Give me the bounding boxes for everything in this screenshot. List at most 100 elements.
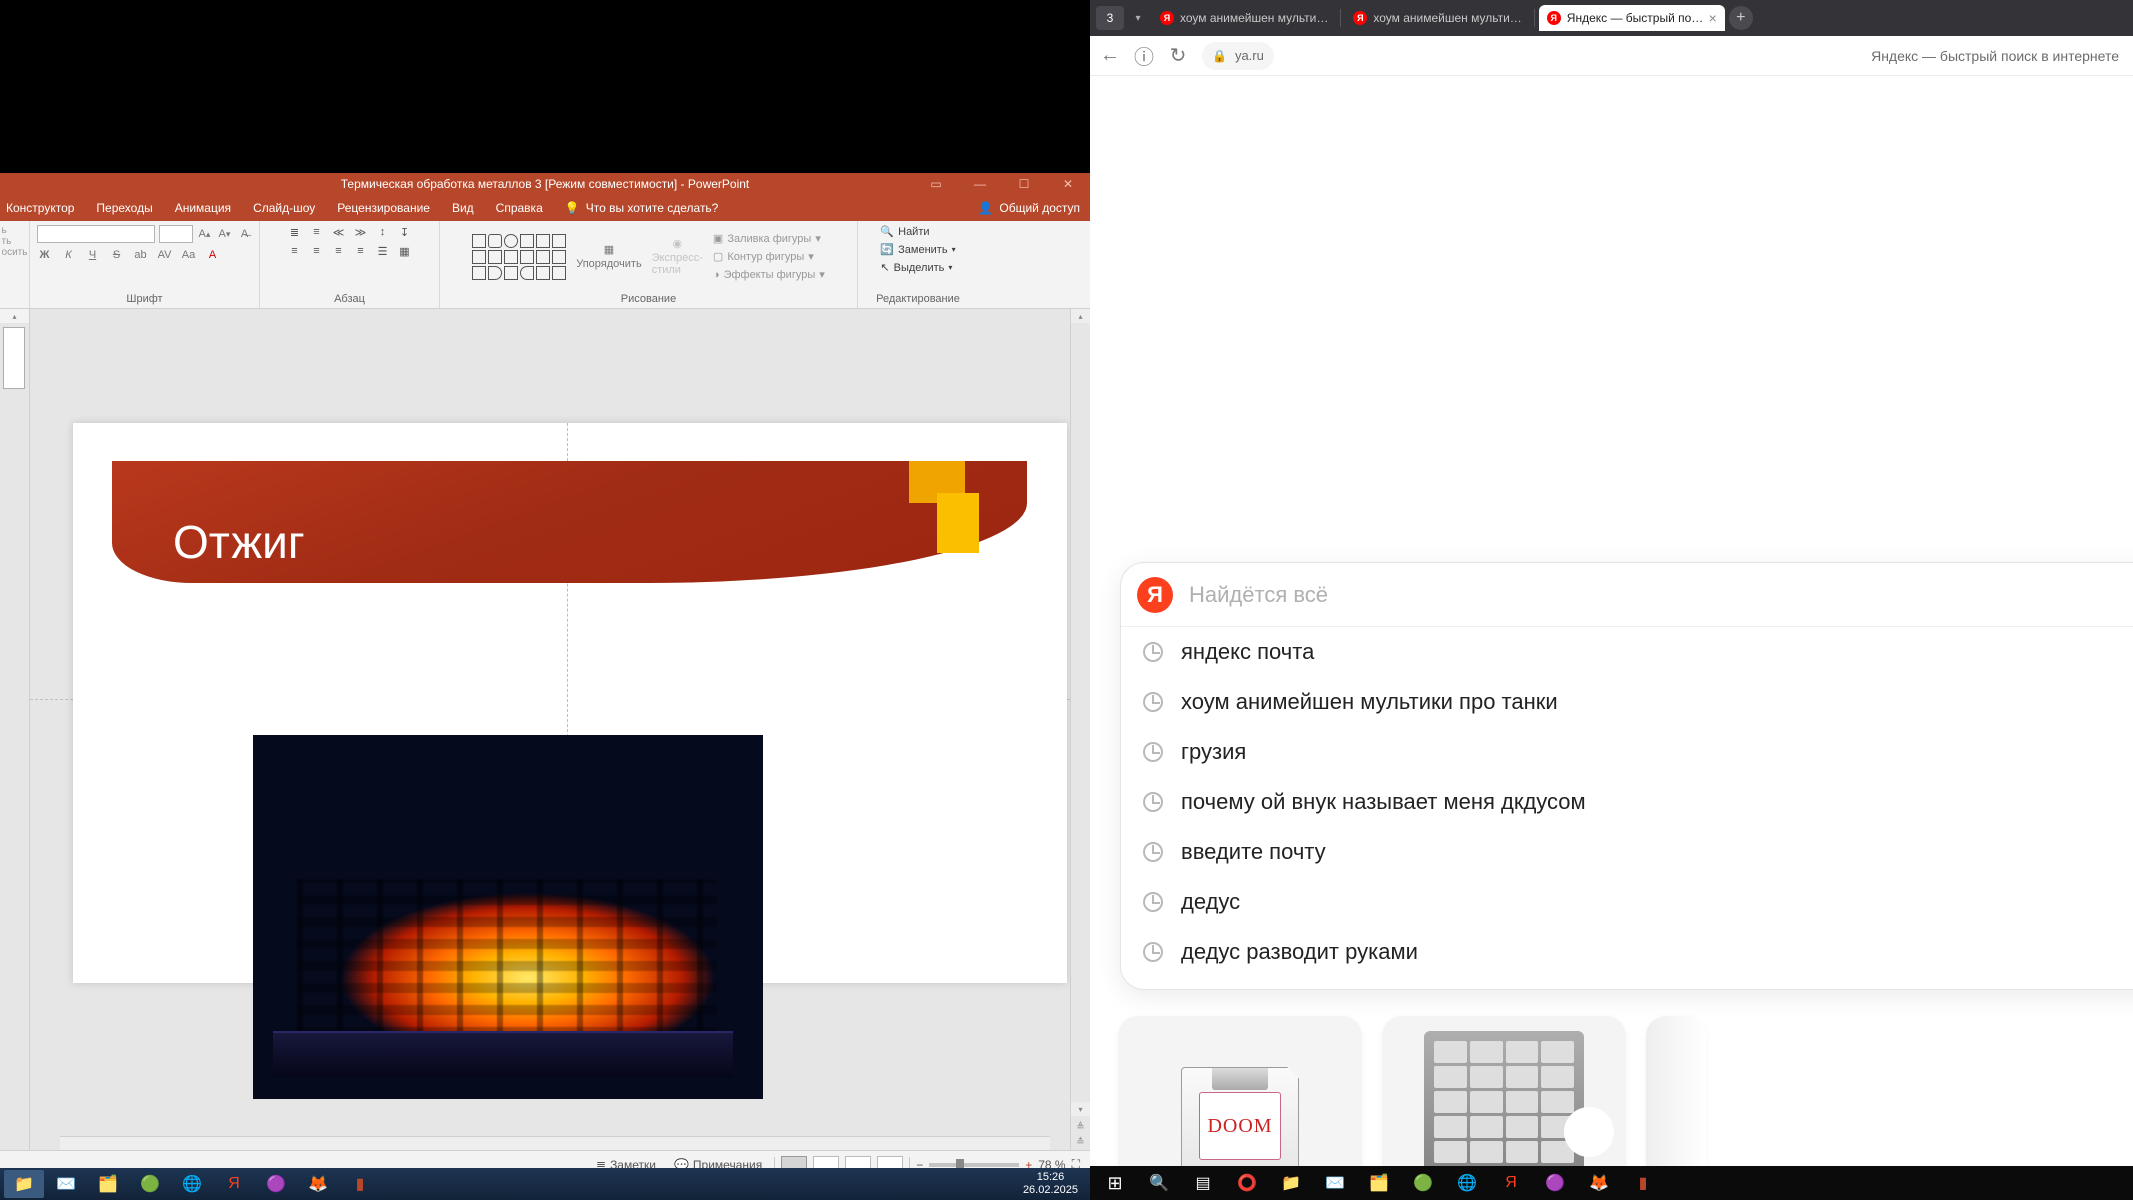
bold-button[interactable]: Ж bbox=[37, 247, 53, 263]
shape-outline-button[interactable]: ▢Контур фигуры▾ bbox=[713, 250, 825, 263]
taskbar-explorer-icon[interactable]: 📁 bbox=[4, 1170, 44, 1198]
decrease-font-icon[interactable]: A▾ bbox=[217, 226, 233, 242]
close-button[interactable]: ✕ bbox=[1046, 173, 1090, 195]
font-size-dropdown[interactable] bbox=[159, 225, 193, 243]
feed-card-floppy[interactable]: DOOM bbox=[1118, 1016, 1362, 1166]
browser-tab-1[interactable]: Я хоум анимейшен мульти… bbox=[1152, 5, 1336, 31]
tab-transitions[interactable]: Переходы bbox=[96, 201, 152, 215]
titlebar[interactable]: Термическая обработка металлов 3 [Режим … bbox=[0, 173, 1090, 195]
tb-whatsapp-icon[interactable]: 🟢 bbox=[1402, 1168, 1444, 1198]
shape-effects-button[interactable]: ◑Эффекты фигуры▾ bbox=[713, 268, 825, 281]
font-family-dropdown[interactable] bbox=[37, 225, 155, 243]
select-button[interactable]: ↖Выделить▾ bbox=[880, 261, 952, 274]
minimize-button[interactable]: — bbox=[958, 173, 1002, 195]
numbering-icon[interactable]: ≡ bbox=[310, 225, 324, 239]
clear-format-icon[interactable]: A̶ bbox=[237, 226, 253, 242]
taskbar-edge-icon[interactable]: 🌐 bbox=[172, 1170, 212, 1198]
suggestion-item[interactable]: дедус bbox=[1121, 877, 2133, 927]
feed-card-partial[interactable] bbox=[1646, 1016, 1706, 1166]
reload-button[interactable]: ↻ bbox=[1168, 43, 1188, 68]
thumb-scroll-up[interactable]: ▴ bbox=[0, 309, 29, 323]
taskbar-search-icon[interactable]: 🔍 bbox=[1138, 1168, 1180, 1198]
suggestion-item[interactable]: грузия bbox=[1121, 727, 2133, 777]
quick-styles-button[interactable]: ◉ Экспресс- стили bbox=[652, 237, 703, 276]
tab-design[interactable]: Конструктор bbox=[6, 201, 74, 215]
taskbar-whatsapp-icon[interactable]: 🟢 bbox=[130, 1170, 170, 1198]
justify-icon[interactable]: ≡ bbox=[354, 244, 368, 258]
replace-button[interactable]: 🔄Заменить▾ bbox=[880, 243, 955, 256]
tab-count[interactable]: 3 bbox=[1096, 6, 1124, 30]
tab-animations[interactable]: Анимация bbox=[175, 201, 231, 215]
close-tab-icon[interactable]: × bbox=[1709, 10, 1717, 26]
shapes-gallery[interactable] bbox=[472, 234, 566, 280]
bullets-icon[interactable]: ≣ bbox=[288, 225, 302, 239]
site-info-icon[interactable]: ⓘ bbox=[1134, 41, 1154, 70]
strikethrough-button[interactable]: S bbox=[109, 247, 125, 263]
char-spacing-button[interactable]: AV bbox=[157, 247, 173, 263]
tb-files-icon[interactable]: 🗂️ bbox=[1358, 1168, 1400, 1198]
taskbar-app1-icon[interactable]: 🟣 bbox=[256, 1170, 296, 1198]
align-left-icon[interactable]: ≡ bbox=[288, 244, 302, 258]
underline-button[interactable]: Ч bbox=[85, 247, 101, 263]
back-button[interactable]: ← bbox=[1100, 44, 1120, 67]
arrange-button[interactable]: ▦ Упорядочить bbox=[576, 243, 641, 270]
tell-me[interactable]: 💡 Что вы хотите сделать? bbox=[565, 201, 719, 215]
tb-powerpoint-icon[interactable]: ▮ bbox=[1622, 1168, 1664, 1198]
prev-slide-icon[interactable]: ≜ bbox=[1076, 1122, 1084, 1133]
horizontal-scrollbar[interactable] bbox=[60, 1136, 1050, 1150]
indent-inc-icon[interactable]: ≫ bbox=[354, 225, 368, 239]
taskbar-files-icon[interactable]: 🗂️ bbox=[88, 1170, 128, 1198]
new-tab-button[interactable]: + bbox=[1729, 6, 1753, 30]
tb-app-icon[interactable]: 🟣 bbox=[1534, 1168, 1576, 1198]
tabcount-caret-icon[interactable]: ▾ bbox=[1128, 6, 1148, 30]
search-input-row[interactable]: Я Найдётся всё bbox=[1121, 563, 2133, 627]
taskbar-powerpoint-icon[interactable]: ▮ bbox=[340, 1170, 380, 1198]
taskbar-clock[interactable]: 15:26 26.02.2025 bbox=[1023, 1171, 1086, 1197]
ribbon-display-icon[interactable]: ▭ bbox=[914, 173, 958, 195]
url-field[interactable]: 🔒 ya.ru bbox=[1202, 42, 1274, 70]
italic-button[interactable]: К bbox=[61, 247, 77, 263]
start-button[interactable]: ⊞ bbox=[1094, 1168, 1136, 1198]
smartart-icon[interactable]: ▦ bbox=[398, 244, 412, 258]
vertical-scrollbar[interactable]: ▴ ▾ ≜ ≛ bbox=[1070, 309, 1090, 1150]
tb-yandex-icon[interactable]: Я bbox=[1490, 1168, 1532, 1198]
slide-thumbnails-panel[interactable]: ▴ bbox=[0, 309, 30, 1150]
tb-explorer-icon[interactable]: 📁 bbox=[1270, 1168, 1312, 1198]
line-spacing-icon[interactable]: ↕ bbox=[376, 225, 390, 239]
align-center-icon[interactable]: ≡ bbox=[310, 244, 324, 258]
taskbar-mail-icon[interactable]: ✉️ bbox=[46, 1170, 86, 1198]
change-case-button[interactable]: Aa bbox=[181, 247, 197, 263]
tab-view[interactable]: Вид bbox=[452, 201, 474, 215]
shadow-button[interactable]: ab bbox=[133, 247, 149, 263]
slide-thumbnail[interactable] bbox=[3, 327, 25, 389]
tb-firefox-icon[interactable]: 🦊 bbox=[1578, 1168, 1620, 1198]
tab-slideshow[interactable]: Слайд-шоу bbox=[253, 201, 315, 215]
indent-dec-icon[interactable]: ≪ bbox=[332, 225, 346, 239]
slide-image[interactable] bbox=[253, 735, 763, 1099]
tab-review[interactable]: Рецензирование bbox=[337, 201, 430, 215]
font-color-button[interactable]: A bbox=[205, 247, 221, 263]
browser-tab-active[interactable]: Я Яндекс — быстрый по… × bbox=[1539, 5, 1725, 31]
tab-help[interactable]: Справка bbox=[496, 201, 543, 215]
next-slide-icon[interactable]: ≛ bbox=[1076, 1137, 1084, 1148]
find-button[interactable]: 🔍Найти bbox=[880, 225, 929, 238]
taskbar-yandex-icon[interactable]: Я bbox=[214, 1170, 254, 1198]
task-view-icon[interactable]: ▤ bbox=[1182, 1168, 1224, 1198]
tb-mail-icon[interactable]: ✉️ bbox=[1314, 1168, 1356, 1198]
suggestion-item[interactable]: хоум анимейшен мультики про танки bbox=[1121, 677, 2133, 727]
browser-tab-2[interactable]: Я хоум анимейшен мульти… bbox=[1345, 5, 1529, 31]
increase-font-icon[interactable]: A▴ bbox=[197, 226, 213, 242]
zoom-slider[interactable] bbox=[929, 1163, 1019, 1167]
align-right-icon[interactable]: ≡ bbox=[332, 244, 346, 258]
share-button[interactable]: 👤 Общий доступ bbox=[978, 201, 1080, 215]
feed-card-cabinet[interactable] bbox=[1382, 1016, 1626, 1166]
tb-yandex-browser-icon[interactable]: ⭕ bbox=[1226, 1168, 1268, 1198]
slide-title[interactable]: Отжиг bbox=[173, 515, 305, 569]
columns-icon[interactable]: ☰ bbox=[376, 244, 390, 258]
suggestion-item[interactable]: почему ой внук называет меня дкдусом bbox=[1121, 777, 2133, 827]
taskbar-firefox-icon[interactable]: 🦊 bbox=[298, 1170, 338, 1198]
tb-edge-icon[interactable]: 🌐 bbox=[1446, 1168, 1488, 1198]
slide-editor[interactable]: Отжиг bbox=[30, 309, 1070, 1150]
maximize-button[interactable]: ☐ bbox=[1002, 173, 1046, 195]
suggestion-item[interactable]: яндекс почта bbox=[1121, 627, 2133, 677]
